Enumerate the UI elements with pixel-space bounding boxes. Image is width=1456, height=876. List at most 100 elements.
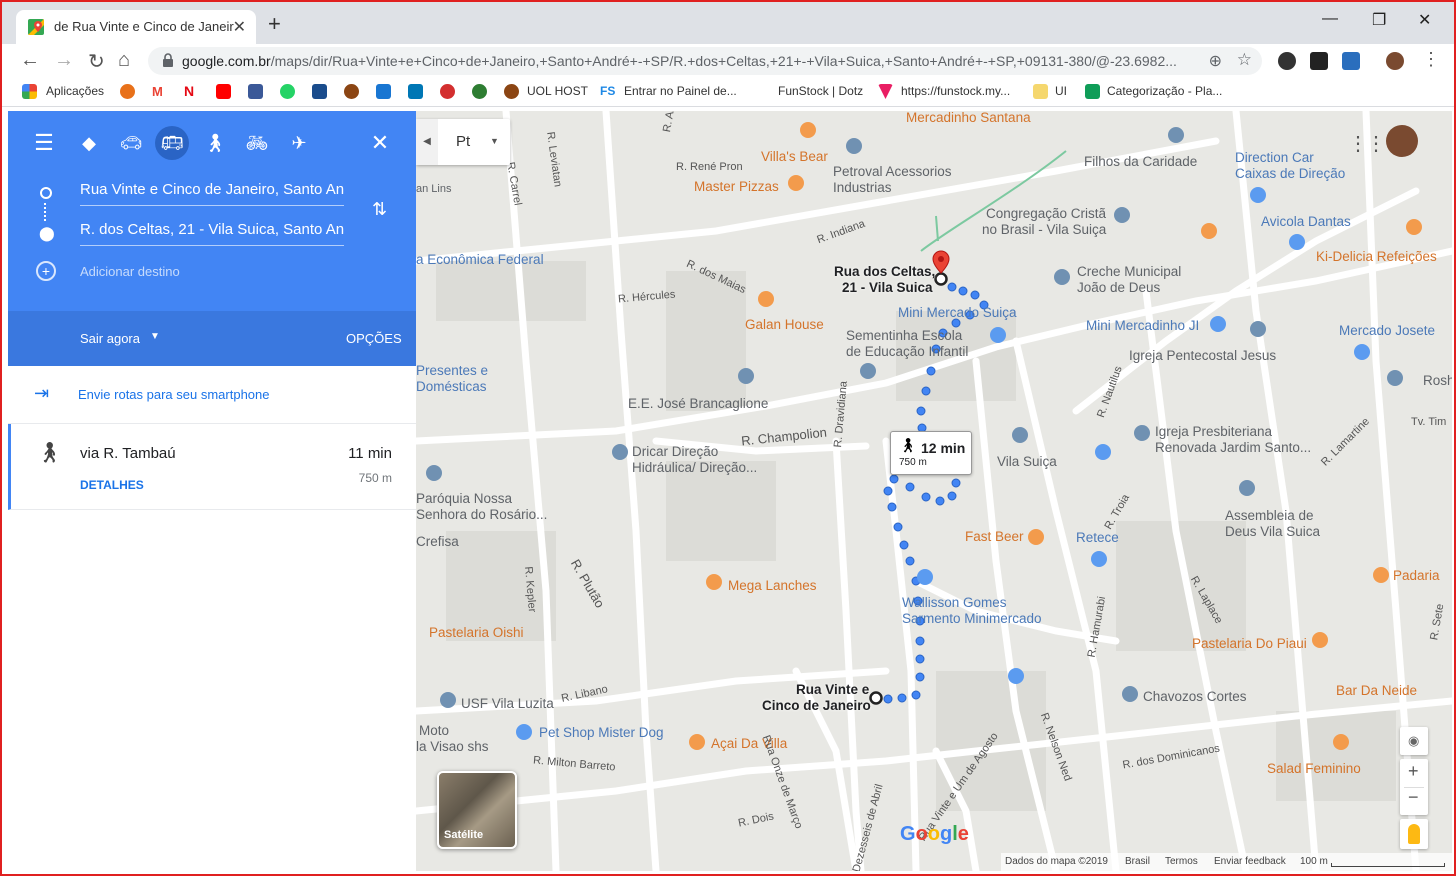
poi-label[interactable]: Avicola Dantas (1261, 214, 1351, 229)
poi-label[interactable]: Deus Vila Suica (1225, 524, 1320, 539)
depart-time-select[interactable]: Sair agora (80, 331, 140, 346)
poi-label[interactable]: de Educação Infantil (846, 344, 968, 359)
poi-label[interactable]: Congregação Cristã (986, 206, 1106, 221)
profile-avatar[interactable] (1386, 52, 1404, 70)
poi-label[interactable]: Caixas de Direção (1235, 166, 1345, 181)
restaurant-pin-icon[interactable] (689, 734, 705, 750)
poi-label[interactable]: no Brasil - Vila Suiça (982, 222, 1106, 237)
place-pin-icon[interactable] (1122, 686, 1138, 702)
poi-label[interactable]: Mini Mercado Suiça (898, 305, 1017, 320)
menu-icon[interactable]: ⋮ (1422, 49, 1440, 70)
poi-label[interactable]: Filhos da Caridade (1084, 154, 1197, 169)
add-icon[interactable]: ⊕ (1209, 51, 1222, 71)
bookmark-icon[interactable] (440, 84, 455, 99)
zoom-out-button[interactable]: − (1408, 787, 1419, 808)
poi-label[interactable]: Pet Shop Mister Dog (539, 725, 664, 740)
my-location-button[interactable]: ◉ (1400, 727, 1428, 755)
restaurant-pin-icon[interactable] (1028, 529, 1044, 545)
send-to-phone-row[interactable]: ⇥ Envie rotas para seu smartphone (8, 367, 416, 424)
bookmark-ui[interactable]: UI (1055, 84, 1067, 98)
place-pin-icon[interactable] (1387, 370, 1403, 386)
poi-label[interactable]: Sementinha Escola (846, 328, 962, 343)
back-button[interactable]: ← (20, 49, 40, 72)
best-route-icon[interactable]: ◆ (75, 129, 103, 157)
poi-label[interactable]: Paróquia Nossa (416, 491, 512, 506)
poi-label[interactable]: Petroval Acessorios (833, 164, 952, 179)
poi-label[interactable]: Moto (419, 723, 449, 738)
poi-label[interactable]: Ki-Delicia Refeições (1316, 249, 1437, 264)
restaurant-pin-icon[interactable] (1373, 567, 1389, 583)
poi-label[interactable]: Fast Beer (965, 529, 1024, 544)
restaurant-pin-icon[interactable] (788, 175, 804, 191)
map-canvas[interactable]: Mercadinho Santana Villa's Bear Master P… (416, 111, 1452, 871)
shopping-pin-icon[interactable] (1091, 551, 1107, 567)
poi-label[interactable]: Renovada Jardim Santo... (1155, 440, 1311, 455)
poi-label[interactable]: la Visao shs (416, 739, 489, 754)
bookmark-icon[interactable] (376, 84, 391, 99)
extension-icon[interactable] (1342, 52, 1360, 70)
transit-icon[interactable]: 🚌︎ (155, 126, 189, 160)
youtube-icon[interactable] (216, 84, 231, 99)
shopping-pin-icon[interactable] (1210, 316, 1226, 332)
poi-label[interactable]: Pastelaria Oishi (429, 625, 524, 640)
poi-label[interactable]: Mercadinho Santana (906, 111, 1031, 125)
send-to-phone-link[interactable]: Envie rotas para seu smartphone (78, 387, 270, 402)
add-destination-icon[interactable]: + (36, 261, 56, 281)
close-directions-icon[interactable]: ✕ (366, 129, 394, 157)
hamburger-menu-icon[interactable]: ☰ (30, 129, 58, 157)
bookmark-funstock-url[interactable]: https://funstock.my... (901, 84, 1010, 98)
poi-label[interactable]: USF Vila Luzita (461, 696, 554, 711)
zoom-in-button[interactable]: + (1408, 761, 1419, 782)
poi-label[interactable]: Assembleia de (1225, 508, 1314, 523)
swap-icon[interactable]: ⇅ (372, 199, 387, 220)
bookmark-categorizacao[interactable]: Categorização - Pla... (1107, 84, 1222, 98)
route-option[interactable]: 🚶︎ via R. Tambaú 11 min DETALHES 750 m (8, 424, 416, 510)
destination-input[interactable]: R. dos Celtas, 21 - Vila Suica, Santo An… (80, 221, 344, 246)
poi-label[interactable]: Igreja Presbiteriana (1155, 424, 1272, 439)
address-bar[interactable]: google.com.br/maps/dir/Rua+Vinte+e+Cinco… (148, 47, 1262, 75)
bookmark-icon[interactable] (312, 84, 327, 99)
poi-label[interactable]: Creche Municipal (1077, 264, 1181, 279)
poi-label[interactable]: Vila Suiça (997, 454, 1057, 469)
poi-label[interactable]: Rosha (1423, 373, 1452, 388)
poi-label[interactable]: Bar Da Neide (1336, 683, 1417, 698)
shopping-pin-icon[interactable] (1095, 444, 1111, 460)
poi-label[interactable]: Salad Feminino (1267, 761, 1361, 776)
poi-label[interactable]: Senhora do Rosário... (416, 507, 547, 522)
place-pin-icon[interactable] (846, 138, 862, 154)
bicycle-icon[interactable]: 🚲︎ (243, 129, 271, 157)
restaurant-pin-icon[interactable] (1406, 219, 1422, 235)
poi-label[interactable]: Padaria (1393, 568, 1440, 583)
place-pin-icon[interactable] (1250, 321, 1266, 337)
place-pin-icon[interactable] (1114, 207, 1130, 223)
poi-label[interactable]: João de Deus (1077, 280, 1160, 295)
poi-label[interactable]: Direction Car (1235, 150, 1314, 165)
terms-link[interactable]: Termos (1165, 856, 1198, 867)
hospital-pin-icon[interactable] (440, 692, 456, 708)
user-avatar[interactable] (1386, 125, 1418, 157)
street-view-pegman[interactable] (1400, 819, 1428, 849)
chevron-down-icon[interactable]: ▼ (490, 136, 499, 146)
country-link[interactable]: Brasil (1125, 856, 1150, 867)
poi-label[interactable]: Crefisa (416, 534, 459, 549)
chevron-down-icon[interactable]: ▼ (150, 331, 160, 342)
walking-icon[interactable]: 🚶︎ (201, 129, 229, 157)
new-tab-button[interactable]: + (268, 11, 281, 37)
gmail-icon[interactable]: M (152, 84, 167, 99)
bookmark-uolhost[interactable]: UOL HOST (527, 84, 588, 98)
bookmark-funstock[interactable]: FunStock | Dotz (778, 84, 863, 98)
add-destination-input[interactable]: Adicionar destino (80, 264, 180, 279)
restaurant-pin-icon[interactable] (800, 122, 816, 138)
poi-label[interactable]: Wallisson Gomes (902, 595, 1007, 610)
poi-label[interactable]: Retece (1076, 530, 1119, 545)
bookmark-icon[interactable] (120, 84, 135, 99)
extension-icon[interactable] (1278, 52, 1296, 70)
place-pin-icon[interactable] (426, 465, 442, 481)
poi-label[interactable]: Mercado Josete (1339, 323, 1435, 338)
bookmark-apps[interactable]: Aplicações (46, 84, 104, 98)
reload-button[interactable]: ↻ (88, 49, 105, 74)
poi-label[interactable]: Mini Mercadinho JI (1086, 318, 1199, 333)
poi-label[interactable]: Mega Lanches (728, 578, 817, 593)
poi-label[interactable]: an Lins (416, 183, 451, 195)
forward-button[interactable]: → (54, 49, 74, 72)
